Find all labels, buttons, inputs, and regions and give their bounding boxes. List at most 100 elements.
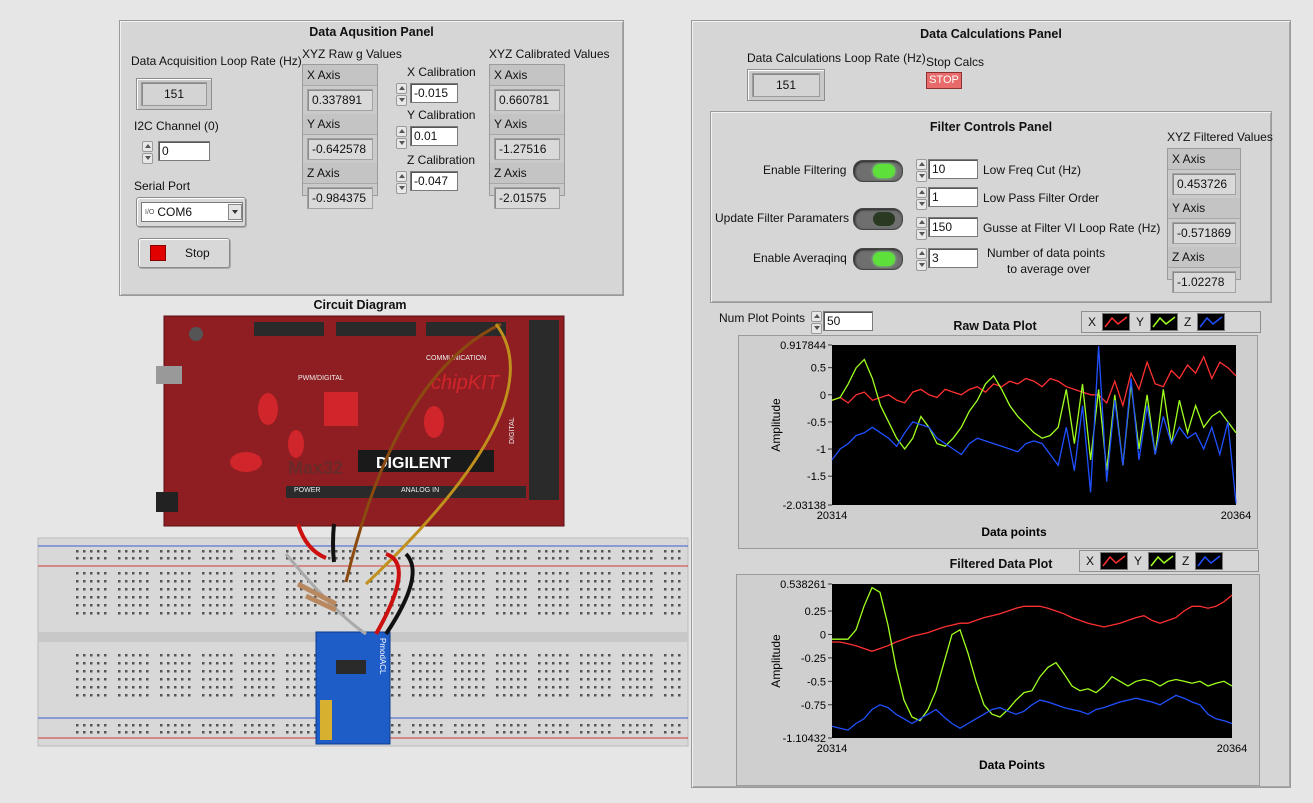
gusse-input[interactable]: 150: [928, 217, 978, 237]
update-filter-label: Update Filter Paramaters: [715, 211, 850, 225]
filt-legend-y-swatch[interactable]: [1148, 552, 1177, 570]
filtered-y-label: Y Axis: [1168, 198, 1240, 219]
raw-plot-legend: X Y Z: [1081, 311, 1261, 333]
calc-loop-rate-label: Data Calculations Loop Rate (Hz): [747, 51, 926, 65]
filt-legend-y: Y: [1134, 554, 1143, 568]
y-calibration-spinner[interactable]: [396, 126, 407, 149]
filtered-y-value: -0.571869: [1172, 222, 1236, 244]
avg-points-spinner[interactable]: [916, 248, 927, 271]
raw-x-min-label: 20314: [817, 510, 848, 522]
gusse-spinner[interactable]: [916, 217, 927, 240]
raw-y-value: -0.642578: [307, 138, 373, 160]
avg-points-label-2: to average over: [1007, 262, 1091, 276]
filt-legend-x: X: [1086, 554, 1095, 568]
acq-panel-title: Data Aqusition Panel: [309, 25, 434, 39]
chevron-down-icon[interactable]: [228, 204, 242, 220]
filtered-z-value: -1.02278: [1172, 271, 1236, 293]
raw-legend-y-swatch[interactable]: [1150, 313, 1179, 331]
cal-y-label: Y Axis: [490, 114, 564, 135]
raw-plot-title: Raw Data Plot: [953, 319, 1037, 333]
stop-icon: [150, 245, 166, 261]
filter-order-spinner[interactable]: [916, 187, 927, 210]
filter-order-input[interactable]: 1: [928, 187, 978, 207]
low-freq-label: Low Freq Cut (Hz): [983, 163, 1082, 177]
avg-points-input[interactable]: 3: [928, 248, 978, 268]
stop-calcs-label: Stop Calcs: [926, 55, 985, 69]
num-plot-points-label: Num Plot Points: [719, 311, 806, 325]
filtered-values-cluster: X Axis 0.453726 Y Axis -0.571869 Z Axis …: [1167, 148, 1241, 293]
i2c-channel-spinner[interactable]: [142, 141, 153, 164]
raw-legend-x: X: [1088, 315, 1097, 329]
low-freq-input[interactable]: 10: [928, 159, 978, 179]
update-filter-toggle[interactable]: [853, 208, 903, 230]
max32-text: Max32: [288, 458, 343, 478]
raw-legend-z-swatch[interactable]: [1197, 313, 1226, 331]
serial-port-value: COM6: [157, 205, 193, 219]
data-calculations-panel: Data Calculations Panel Data Calculation…: [691, 20, 1291, 788]
calc-loop-rate-value: 151: [752, 73, 820, 97]
x-calibration-spinner[interactable]: [396, 83, 407, 106]
cal-y-value: -1.27516: [494, 138, 560, 160]
filtered-x-value: 0.453726: [1172, 173, 1236, 195]
filt-x-min-label: 20314: [817, 743, 848, 755]
serial-port-select[interactable]: I/O COM6: [136, 197, 246, 227]
x-calibration-input[interactable]: -0.015: [410, 83, 458, 103]
z-calibration-label: Z Calibration: [407, 153, 476, 167]
filter-panel-title: Filter Controls Panel: [929, 120, 1053, 134]
num-plot-points-spinner[interactable]: [811, 311, 822, 334]
raw-y-tick-label: 0.917844: [780, 340, 826, 352]
filt-legend-z: Z: [1182, 554, 1190, 568]
calc-loop-rate-indicator: 151: [747, 69, 825, 101]
acq-loop-rate-value: 151: [141, 82, 207, 106]
raw-y-tick-label: 0.5: [811, 363, 826, 375]
raw-y-tick-label: -1.5: [807, 471, 826, 483]
enable-averaging-toggle[interactable]: [853, 248, 903, 270]
filt-plot-area: [832, 584, 1232, 738]
raw-legend-x-swatch[interactable]: [1102, 313, 1131, 331]
filt-legend-x-swatch[interactable]: [1100, 552, 1129, 570]
filt-y-axis-label: Amplitude: [769, 634, 783, 688]
filt-y-tick-label: -0.5: [807, 676, 826, 688]
filtered-data-plot: 0.5382610.250-0.25-0.5-0.75-1.1043220314…: [769, 579, 1248, 772]
low-freq-spinner[interactable]: [916, 159, 927, 182]
filtered-x-label: X Axis: [1168, 149, 1240, 170]
acq-loop-rate-indicator: 151: [136, 78, 212, 110]
i2c-channel-input[interactable]: 0: [158, 141, 210, 161]
filter-order-label: Low Pass Filter Order: [983, 191, 1100, 205]
z-calibration-spinner[interactable]: [396, 171, 407, 194]
x-calibration-label: X Calibration: [407, 65, 476, 79]
circuit-diagram-title: Circuit Diagram: [313, 298, 407, 312]
raw-values-cluster: X Axis 0.337891 Y Axis -0.642578 Z Axis …: [302, 64, 378, 209]
filt-x-axis-label: Data Points: [979, 758, 1045, 772]
filt-y-tick-label: -0.75: [801, 700, 826, 712]
avg-points-label-1: Number of data points: [987, 246, 1106, 260]
analog-text: ANALOG IN: [401, 487, 439, 494]
z-calibration-input[interactable]: -0.047: [410, 171, 458, 191]
y-calibration-label: Y Calibration: [407, 108, 476, 122]
power-text: POWER: [294, 487, 320, 494]
raw-y-tick-label: -1: [816, 444, 826, 456]
enable-filtering-label: Enable Filtering: [763, 163, 847, 177]
pwm-text: PWM/DIGITAL: [298, 375, 344, 382]
acq-loop-rate-label: Data Acquisition Loop Rate (Hz): [131, 54, 302, 68]
raw-z-value: -0.984375: [307, 187, 373, 209]
stop-calcs-button[interactable]: STOP: [926, 72, 962, 89]
circuit-diagram: chipKIT Max32 DIGILENT POWER ANALOG IN P…: [37, 315, 689, 747]
acq-stop-label: Stop: [185, 246, 210, 260]
cal-z-label: Z Axis: [490, 163, 564, 184]
num-plot-points-input[interactable]: 50: [823, 311, 873, 331]
filt-y-tick-label: 0.538261: [780, 579, 826, 591]
raw-y-tick-label: -0.5: [807, 417, 826, 429]
acq-stop-button[interactable]: Stop: [138, 238, 230, 268]
filt-y-tick-label: 0: [820, 629, 826, 641]
chipkit-logo: chipKIT: [431, 372, 501, 394]
y-calibration-input[interactable]: 0.01: [410, 126, 458, 146]
filtered-plot-title: Filtered Data Plot: [949, 557, 1053, 571]
data-acquisition-panel: Data Aqusition Panel Data Acquisition Lo…: [119, 20, 624, 296]
filt-legend-z-swatch[interactable]: [1195, 552, 1224, 570]
filt-x-max-label: 20364: [1217, 743, 1248, 755]
cal-x-label: X Axis: [490, 65, 564, 86]
calibrated-values-title: XYZ Calibrated Values: [489, 47, 610, 61]
enable-filtering-toggle[interactable]: [853, 160, 903, 182]
raw-y-tick-label: 0: [820, 390, 826, 402]
